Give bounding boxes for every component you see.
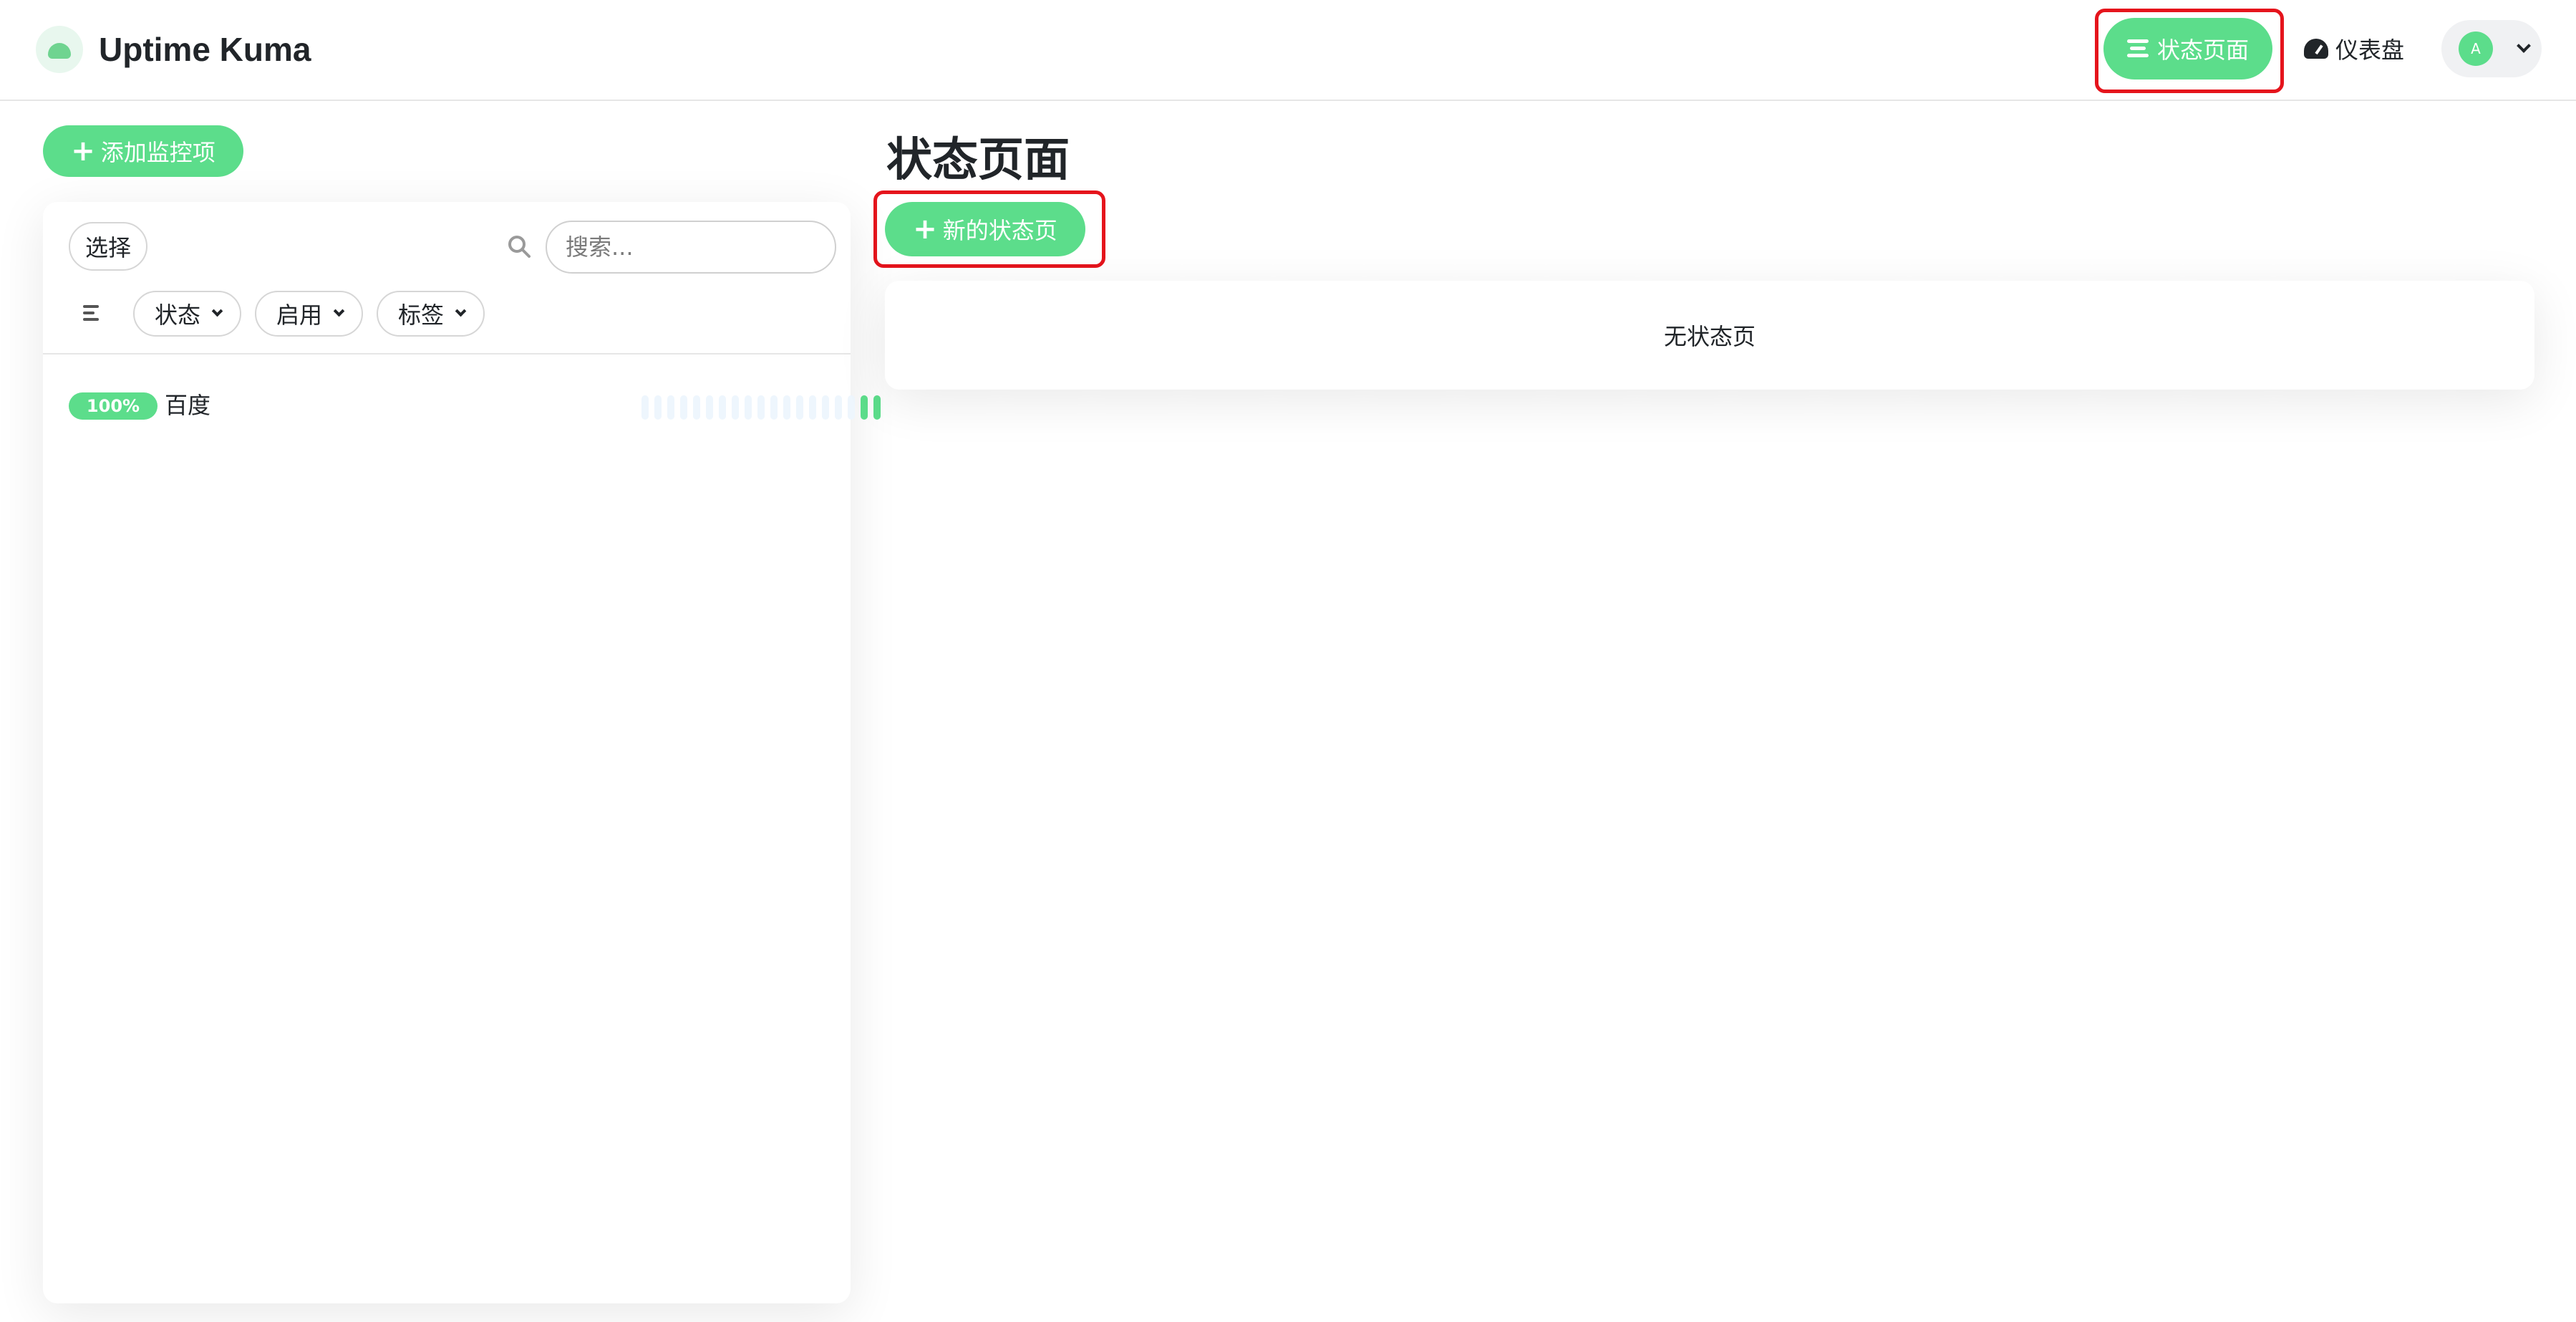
search-input[interactable] <box>546 221 836 274</box>
heartbeat-empty <box>641 395 649 420</box>
uptime-badge: 100% <box>69 392 158 420</box>
heartbeat-empty <box>654 395 662 420</box>
heartbeat-empty <box>796 395 803 420</box>
heartbeat-empty <box>835 395 842 420</box>
top-navbar: Uptime Kuma 状态页面 仪表盘 A <box>0 0 2576 101</box>
monitor-list-item[interactable]: 100% 百度 <box>69 390 881 421</box>
filter-tags-dropdown[interactable]: 标签 <box>377 291 485 337</box>
heartbeat-empty <box>809 395 816 420</box>
filter-status-label: 状态 <box>155 301 201 329</box>
dashboard-nav-label: 仪表盘 <box>2335 37 2405 64</box>
heartbeat-empty <box>693 395 700 420</box>
heartbeat-empty <box>719 395 726 420</box>
heartbeat-empty <box>745 395 752 420</box>
empty-state-message: 无状态页 <box>1663 323 1756 350</box>
heartbeat-empty <box>770 395 778 420</box>
brand[interactable]: Uptime Kuma <box>36 26 311 73</box>
add-monitor-label: 添加监控项 <box>100 139 216 166</box>
heartbeat-empty <box>667 395 674 420</box>
new-status-page-button[interactable]: + 新的状态页 <box>885 202 1085 256</box>
page-title: 状态页面 <box>886 134 1070 187</box>
heartbeat-up <box>873 395 881 420</box>
divider <box>43 353 851 354</box>
logo-icon <box>36 26 83 73</box>
filter-active-dropdown[interactable]: 启用 <box>255 291 364 337</box>
avatar: A <box>2459 32 2493 66</box>
chevron-down-icon <box>333 305 345 317</box>
heartbeat-empty <box>680 395 687 420</box>
heartbeat-empty <box>732 395 739 420</box>
new-status-page-label: 新的状态页 <box>942 217 1057 244</box>
status-pages-nav-button[interactable]: 状态页面 <box>2103 18 2272 79</box>
status-pages-nav-label: 状态页面 <box>2156 37 2249 64</box>
heartbeat-empty <box>783 395 790 420</box>
plus-icon: + <box>913 213 937 246</box>
heartbeat-up <box>861 395 868 420</box>
sort-icon[interactable] <box>83 304 102 322</box>
add-monitor-button[interactable]: + 添加监控项 <box>43 125 243 177</box>
select-button[interactable]: 选择 <box>69 222 147 271</box>
chevron-down-icon <box>211 305 223 317</box>
heartbeat-empty <box>848 395 855 420</box>
monitor-name: 百度 <box>165 392 211 419</box>
heartbeat-empty <box>757 395 765 420</box>
filter-tags-label: 标签 <box>398 301 445 329</box>
profile-dropdown[interactable]: A <box>2441 20 2542 77</box>
chevron-down-icon <box>2517 39 2531 53</box>
list-icon <box>2126 39 2149 58</box>
heartbeat-empty <box>822 395 829 420</box>
heartbeat-empty <box>706 395 713 420</box>
plus-icon: + <box>71 135 95 168</box>
filter-status-dropdown[interactable]: 状态 <box>133 291 242 337</box>
gauge-icon <box>2304 39 2328 59</box>
dashboard-nav-link[interactable]: 仪表盘 <box>2304 29 2404 69</box>
status-page-list-card: 无状态页 <box>885 281 2534 390</box>
app-title: Uptime Kuma <box>99 31 311 68</box>
chevron-down-icon <box>455 305 467 317</box>
search-icon[interactable] <box>507 234 531 259</box>
filter-active-label: 启用 <box>276 301 323 329</box>
monitor-list-panel: 选择 状态 启用 标签 100% 百度 <box>43 202 881 1303</box>
